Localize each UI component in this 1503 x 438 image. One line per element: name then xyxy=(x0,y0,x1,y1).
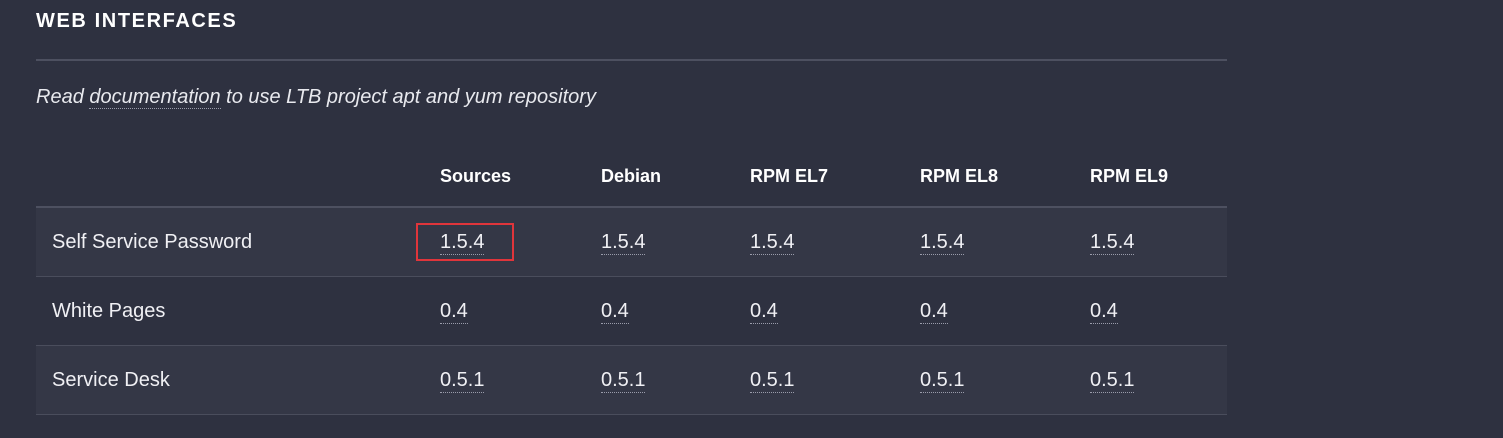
version-link[interactable]: 1.5.4 xyxy=(920,230,965,255)
intro-suffix: to use LTB project apt and yum repositor… xyxy=(220,86,596,108)
header-rpm-el9: RPM EL9 xyxy=(1090,146,1227,208)
row-name: Service Desk xyxy=(36,345,440,415)
version-link[interactable]: 0.5.1 xyxy=(1090,368,1135,393)
table-row: Service Desk 0.5.1 0.5.1 0.5.1 0.5.1 0.5… xyxy=(36,345,1227,415)
section-title: WEB INTERFACES xyxy=(36,10,238,32)
cell-debian: 0.4 xyxy=(601,276,750,346)
cell-rpm-el7: 1.5.4 xyxy=(750,207,920,277)
cell-rpm-el7: 0.5.1 xyxy=(750,345,920,415)
table-header-row: Sources Debian RPM EL7 RPM EL8 RPM EL9 xyxy=(36,146,1227,208)
header-name xyxy=(36,146,440,208)
header-debian: Debian xyxy=(601,146,750,208)
version-link[interactable]: 0.5.1 xyxy=(601,368,646,393)
cell-rpm-el7: 0.4 xyxy=(750,276,920,346)
row-name: White Pages xyxy=(36,276,440,346)
header-sources: Sources xyxy=(440,146,601,208)
intro-text: Read documentation to use LTB project ap… xyxy=(36,86,596,109)
table-row: Self Service Password 1.5.4 1.5.4 1.5.4 … xyxy=(36,207,1227,277)
documentation-link[interactable]: documentation xyxy=(89,86,221,109)
downloads-table: Sources Debian RPM EL7 RPM EL8 RPM EL9 S… xyxy=(36,146,1227,415)
version-link[interactable]: 0.5.1 xyxy=(750,368,795,393)
version-link[interactable]: 0.4 xyxy=(440,299,468,324)
version-link[interactable]: 0.4 xyxy=(750,299,778,324)
header-rpm-el7: RPM EL7 xyxy=(750,146,920,208)
table-row: White Pages 0.4 0.4 0.4 0.4 0.4 xyxy=(36,276,1227,346)
cell-rpm-el8: 1.5.4 xyxy=(920,207,1090,277)
cell-debian: 1.5.4 xyxy=(601,207,750,277)
version-link[interactable]: 1.5.4 xyxy=(440,230,485,255)
version-link[interactable]: 0.5.1 xyxy=(440,368,485,393)
cell-rpm-el9: 0.4 xyxy=(1090,276,1227,346)
cell-debian: 0.5.1 xyxy=(601,345,750,415)
cell-rpm-el9: 0.5.1 xyxy=(1090,345,1227,415)
cell-sources: 0.5.1 xyxy=(440,345,601,415)
version-link[interactable]: 0.4 xyxy=(920,299,948,324)
version-link[interactable]: 1.5.4 xyxy=(750,230,795,255)
cell-rpm-el8: 0.4 xyxy=(920,276,1090,346)
cell-sources: 0.4 xyxy=(440,276,601,346)
version-link[interactable]: 1.5.4 xyxy=(601,230,646,255)
row-name: Self Service Password xyxy=(36,207,440,277)
version-link[interactable]: 0.4 xyxy=(1090,299,1118,324)
intro-prefix: Read xyxy=(36,86,90,108)
version-link[interactable]: 1.5.4 xyxy=(1090,230,1135,255)
cell-rpm-el9: 1.5.4 xyxy=(1090,207,1227,277)
cell-sources: 1.5.4 xyxy=(416,207,601,277)
version-link[interactable]: 0.5.1 xyxy=(920,368,965,393)
cell-rpm-el8: 0.5.1 xyxy=(920,345,1090,415)
header-rpm-el8: RPM EL8 xyxy=(920,146,1090,208)
version-link[interactable]: 0.4 xyxy=(601,299,629,324)
section-divider xyxy=(36,59,1227,61)
